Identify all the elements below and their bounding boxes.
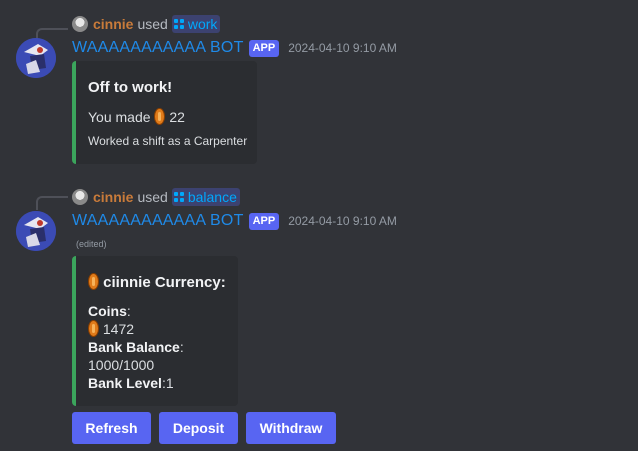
coin-icon bbox=[154, 108, 166, 125]
refresh-button[interactable]: Refresh bbox=[72, 412, 151, 444]
message-header: WAAAAAAAAAAA BOT APP 2024-04-10 9:10 AM bbox=[72, 37, 397, 59]
embed-balance: ciinnie Currency: Coins: 1472 Bank Balan… bbox=[72, 256, 238, 406]
coins-label-row: Coins: bbox=[88, 303, 131, 319]
message-header: WAAAAAAAAAAA BOT APP 2024-04-10 9:10 AM bbox=[72, 210, 397, 232]
reply-used-text: used bbox=[137, 16, 168, 32]
message-timestamp[interactable]: 2024-04-10 9:10 AM bbox=[288, 214, 397, 228]
slash-command-icon bbox=[173, 192, 184, 202]
earnings-amount: 22 bbox=[169, 109, 185, 125]
embed-work: Off to work! You made 22 Worked a shift … bbox=[72, 61, 257, 164]
coins-value-row: 1472 bbox=[88, 320, 134, 337]
bank-balance-value: 1000/1000 bbox=[88, 357, 155, 373]
slash-command-icon bbox=[173, 19, 184, 29]
user-avatar-small[interactable] bbox=[72, 16, 88, 32]
colon: : bbox=[179, 339, 184, 355]
message-timestamp[interactable]: 2024-04-10 9:10 AM bbox=[288, 41, 397, 55]
app-badge: APP bbox=[248, 39, 280, 57]
bank-level-value: 1 bbox=[165, 375, 174, 391]
app-badge: APP bbox=[248, 212, 280, 230]
embed-title-row: ciinnie Currency: bbox=[88, 273, 226, 291]
reply-username[interactable]: cinnie bbox=[93, 16, 133, 32]
reply-connector bbox=[36, 196, 68, 210]
coins-value: 1472 bbox=[102, 321, 135, 337]
embed-title: ciinnie Currency: bbox=[103, 274, 226, 291]
slash-command-name: balance bbox=[187, 189, 237, 205]
reply-username[interactable]: cinnie bbox=[93, 189, 133, 205]
bot-username[interactable]: WAAAAAAAAAAA BOT bbox=[72, 39, 244, 57]
colon: : bbox=[126, 303, 131, 319]
bank-balance-label: Bank Balance bbox=[88, 339, 180, 355]
edited-label: (edited) bbox=[76, 239, 107, 249]
bot-avatar[interactable] bbox=[16, 211, 56, 251]
withdraw-button[interactable]: Withdraw bbox=[246, 412, 336, 444]
deposit-button[interactable]: Deposit bbox=[159, 412, 238, 444]
bot-username[interactable]: WAAAAAAAAAAA BOT bbox=[72, 212, 244, 230]
embed-title: Off to work! bbox=[88, 79, 173, 96]
reply-context[interactable]: cinnie used work bbox=[72, 15, 221, 33]
reply-context[interactable]: cinnie used balance bbox=[72, 188, 240, 206]
slash-command-name: work bbox=[187, 16, 218, 32]
bank-level-label: Bank Level bbox=[88, 375, 162, 391]
coin-icon bbox=[88, 320, 99, 337]
earnings-prefix: You made bbox=[88, 109, 151, 125]
slash-command-work[interactable]: work bbox=[171, 15, 221, 33]
embed-footer: Worked a shift as a Carpenter bbox=[88, 134, 248, 148]
user-avatar-small[interactable] bbox=[72, 189, 88, 205]
bot-avatar[interactable] bbox=[16, 38, 56, 78]
bank-balance-label-row: Bank Balance: bbox=[88, 339, 184, 355]
earnings-line: You made 22 bbox=[88, 108, 185, 125]
reply-used-text: used bbox=[137, 189, 168, 205]
coins-label: Coins bbox=[88, 303, 127, 319]
bank-level-row: Bank Level:1 bbox=[88, 375, 174, 391]
slash-command-balance[interactable]: balance bbox=[171, 188, 240, 206]
coin-icon bbox=[88, 273, 99, 290]
